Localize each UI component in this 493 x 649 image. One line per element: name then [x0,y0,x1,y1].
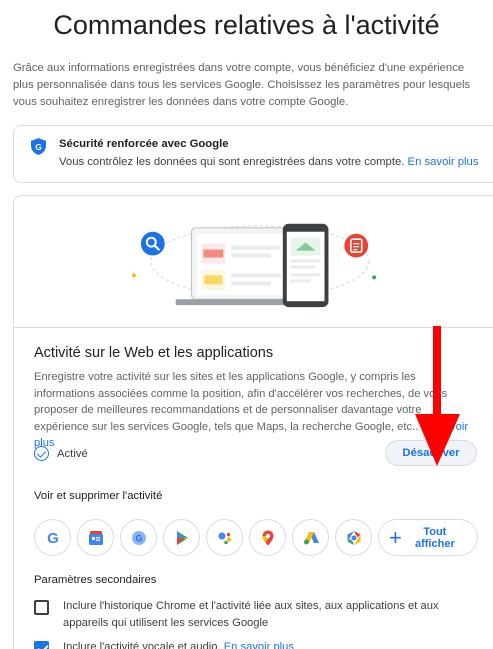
security-text: Vous contrôlez les données qui sont enre… [59,156,478,168]
show-all-label: Tout afficher [414,525,455,550]
google-assistant-icon[interactable] [206,519,243,556]
google-play-icon[interactable] [163,519,200,556]
security-title: Sécurité renforcée avec Google [59,138,229,150]
shield-icon: G [31,138,46,155]
plus-icon: + [389,524,402,550]
activity-status: Activé [34,446,88,461]
google-lens-icon[interactable]: G [120,519,157,556]
activity-illustration [14,223,493,328]
svg-text:G: G [135,533,142,543]
chrome-icon[interactable] [335,519,372,556]
chrome-history-text: Inclure l'historique Chrome et l'activit… [63,600,439,629]
google-icon[interactable]: G [34,519,71,556]
chrome-history-option: Inclure l'historique Chrome et l'activit… [34,598,463,631]
status-label: Activé [57,447,88,460]
show-all-button[interactable]: + Tout afficher [378,519,478,556]
svg-text:G: G [35,142,42,152]
security-learn-more-link[interactable]: En savoir plus [408,156,479,168]
security-description: Vous contrôlez les données qui sont enre… [59,156,405,168]
google-news-icon[interactable] [77,519,114,556]
chrome-history-checkbox[interactable] [34,600,49,615]
app-icons-row: G G [34,519,372,556]
google-ads-icon[interactable] [292,519,329,556]
voice-audio-label: Inclure l'activité vocale et audio. En s… [63,639,463,649]
voice-audio-learn-more-link[interactable]: En savoir plus [224,641,294,649]
view-delete-label: Voir et supprimer l'activité [34,490,163,502]
voice-audio-text: Inclure l'activité vocale et audio. [63,641,221,649]
voice-audio-option: Inclure l'activité vocale et audio. En s… [34,639,463,649]
intro-text: Grâce aux informations enregistrées dans… [13,62,471,108]
web-activity-title: Activité sur le Web et les applications [34,345,274,361]
voice-audio-checkbox[interactable] [34,641,49,649]
activity-controls-page: Commandes relatives à l'activité Grâce a… [0,0,493,649]
secondary-settings-label: Paramètres secondaires [34,574,157,586]
page-title: Commandes relatives à l'activité [53,10,440,40]
google-maps-icon[interactable] [249,519,286,556]
red-arrow-annotation [415,326,460,466]
svg-text:G: G [47,530,59,547]
web-activity-description-text: Enregistre votre activité sur les sites … [34,371,448,433]
security-card: G Sécurité renforcée avec Google Vous co… [13,125,493,183]
check-circle-icon [34,446,49,461]
